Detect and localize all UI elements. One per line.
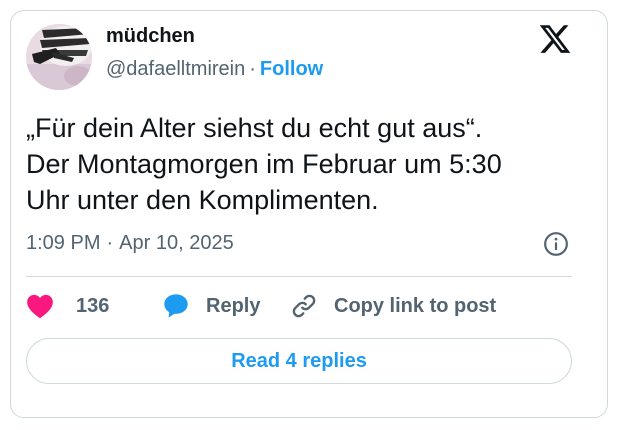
reply-button[interactable]: Reply	[162, 289, 260, 323]
tweet-timestamp[interactable]: 1:09 PM · Apr 10, 2025	[26, 232, 234, 255]
reply-label: Reply	[206, 294, 261, 317]
avatar[interactable]	[26, 24, 92, 90]
tweet-time: 1:09 PM	[26, 232, 101, 254]
copy-link-button[interactable]: Copy link to post	[290, 289, 496, 323]
tweet-line: Der Montagmorgen im Februar um 5:30	[26, 149, 502, 179]
author-name[interactable]: müdchen	[106, 25, 195, 48]
follow-button[interactable]: Follow	[260, 58, 323, 80]
like-count: 136	[76, 294, 110, 317]
tweet-line: „Für dein Alter siehst du echt gut aus“.	[26, 113, 483, 143]
author-handle[interactable]: @dafaelltmirein	[106, 58, 245, 80]
tweet-line: Uhr unter den Komplimenten.	[26, 185, 379, 215]
link-icon	[292, 294, 316, 318]
action-bar: 136 Reply Copy link to post	[26, 289, 572, 323]
x-logo-icon[interactable]	[537, 22, 573, 56]
divider	[26, 276, 572, 277]
avatar-image	[26, 24, 92, 90]
read-replies-button[interactable]: Read 4 replies	[26, 338, 572, 384]
speech-bubble-icon	[164, 294, 188, 318]
handle-separator: ·	[249, 58, 256, 80]
timestamp-separator: ·	[106, 232, 114, 254]
copy-link-label: Copy link to post	[334, 294, 497, 317]
tweet-text: „Für dein Alter siehst du echt gut aus“.…	[26, 110, 586, 218]
info-icon[interactable]	[543, 231, 569, 257]
read-replies-label: Read 4 replies	[231, 349, 367, 372]
tweet-date: Apr 10, 2025	[119, 232, 234, 254]
author-handle-row: @dafaelltmirein · Follow	[106, 58, 323, 81]
heart-icon	[27, 294, 53, 319]
like-button[interactable]: 136	[26, 289, 109, 323]
